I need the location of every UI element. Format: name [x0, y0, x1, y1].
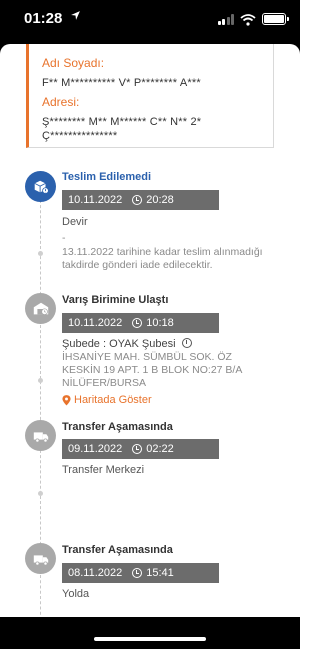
event-date: 09.11.2022 [68, 443, 123, 455]
signal-icon [217, 13, 234, 25]
status-time: 01:28 [24, 10, 63, 27]
address-card: Adı Soyadı: F** M********** V* P********… [26, 44, 274, 148]
clock-icon [132, 318, 143, 328]
event-text: Devir [62, 216, 88, 228]
package-warning-icon [25, 171, 56, 202]
home-bar-area [0, 617, 300, 649]
event-note: 13.11.2022 tarihine kadar teslim alınmad… [62, 246, 263, 271]
battery-icon [262, 13, 289, 25]
event-title: Varış Birimine Ulaştı [62, 294, 169, 306]
branch-name: Şubede : OYAK Şubesi [62, 338, 192, 351]
event-title: Teslim Edilemedi [62, 171, 152, 183]
name-label: Adı Soyadı: [42, 56, 105, 70]
location-arrow-icon [70, 10, 81, 24]
address-label: Adresi: [42, 95, 80, 109]
event-date: 10.11.2022 [68, 317, 123, 329]
event-date: 10.11.2022 [68, 194, 123, 206]
home-indicator[interactable] [94, 637, 206, 641]
clock-icon [132, 568, 143, 578]
branch-label: Şubede : OYAK Şubesi [62, 338, 176, 350]
clock-icon [132, 444, 143, 454]
wifi-icon [240, 13, 256, 26]
name-value: F** M********** V* P******** A*** [42, 77, 201, 89]
address-line-1: Ş******** M** M****** C** N** 2* [42, 116, 202, 128]
event-date-pill: 08.11.2022 15:41 [62, 563, 219, 583]
timeline-line [40, 575, 41, 620]
branch-address: İHSANİYE MAH. SÜMBÜL SOK. ÖZ KESKİN 19 A… [62, 351, 242, 389]
address-line-2: Ç*************** [42, 130, 118, 142]
warehouse-icon [25, 293, 56, 324]
show-on-map-label: Haritada Göster [74, 394, 152, 406]
event-title: Transfer Aşamasında [62, 421, 173, 433]
event-text: Transfer Merkezi [62, 464, 145, 476]
event-date-pill: 10.11.2022 10:18 [62, 313, 219, 333]
status-icons [217, 13, 289, 26]
timeline-dot [38, 251, 43, 256]
event-time: 10:18 [146, 317, 174, 329]
clock-icon [132, 195, 143, 205]
event-time: 02:22 [146, 443, 174, 455]
event-dash: - [62, 232, 66, 244]
event-time: 20:28 [146, 194, 174, 206]
show-on-map-link[interactable]: Haritada Göster [62, 394, 152, 406]
timeline-dot [38, 378, 43, 383]
history-icon[interactable] [181, 338, 192, 348]
status-bar: 01:28 [0, 0, 300, 44]
event-text: Yolda [62, 588, 90, 600]
truck-icon [25, 543, 56, 574]
event-date-pill: 09.11.2022 02:22 [62, 439, 219, 459]
event-date: 08.11.2022 [68, 567, 123, 579]
event-date-pill: 10.11.2022 20:28 [62, 190, 219, 210]
truck-icon [25, 420, 56, 451]
map-pin-icon [62, 394, 71, 405]
timeline-line [40, 200, 41, 300]
timeline-line [40, 325, 41, 425]
timeline-dot [38, 491, 43, 496]
event-title: Transfer Aşamasında [62, 544, 173, 556]
timeline-line [40, 450, 41, 550]
event-time: 15:41 [146, 567, 174, 579]
